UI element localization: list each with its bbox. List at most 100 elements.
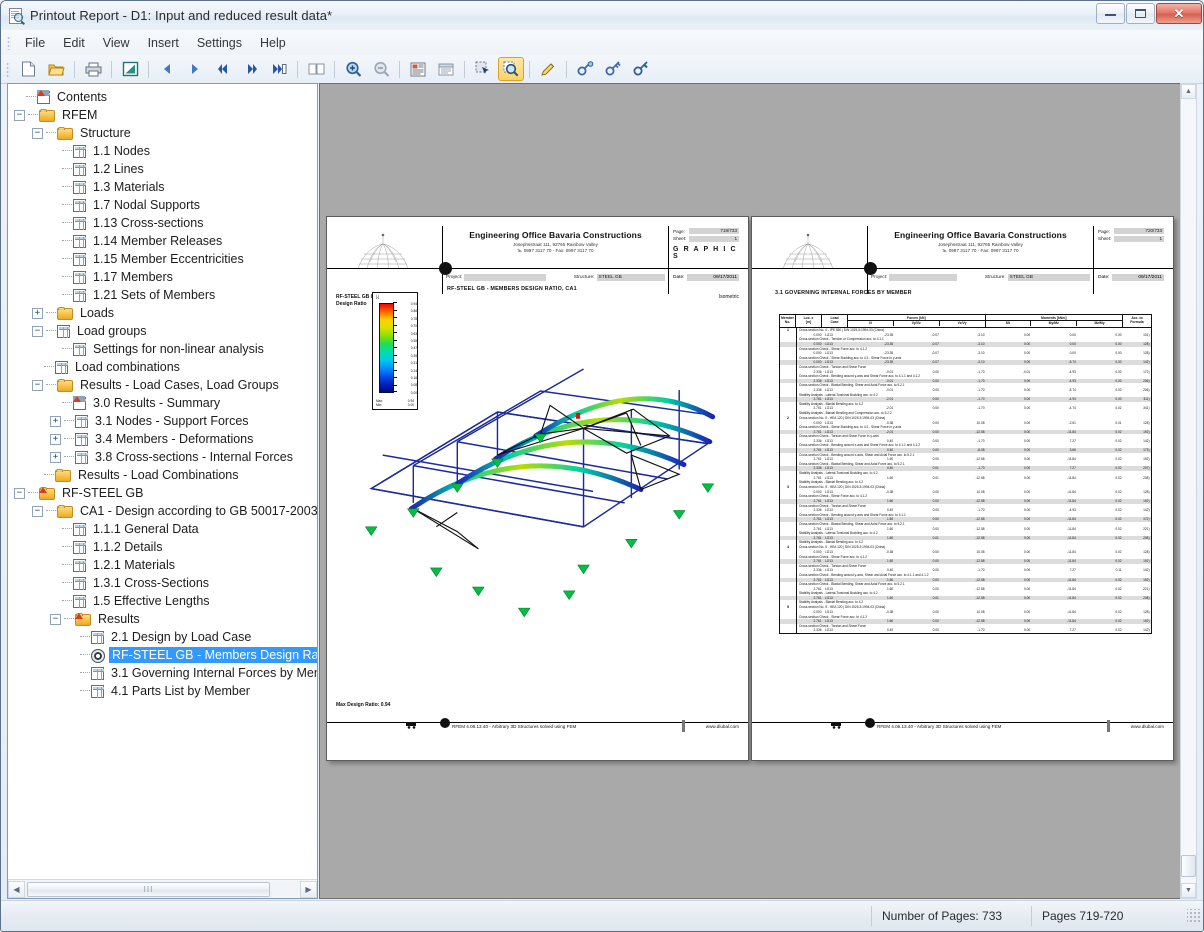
- page-preview-2[interactable]: Engineering Office Bavaria Constructions…: [751, 216, 1174, 761]
- menu-help[interactable]: Help: [251, 33, 295, 53]
- tree-item[interactable]: 1.2 Lines: [8, 160, 317, 178]
- tree-item-label: Results: [95, 611, 143, 627]
- scroll-thumb-horizontal[interactable]: III: [27, 882, 270, 897]
- tree-item[interactable]: 1.21 Sets of Members: [8, 286, 317, 304]
- tree-item[interactable]: −RF-STEEL GB: [8, 484, 317, 502]
- print-icon[interactable]: [80, 57, 106, 81]
- page-setup-icon[interactable]: [117, 57, 143, 81]
- table-header-row: Member No. Loc. x [m] Load Case Forces: [780, 315, 1151, 328]
- collapse-toggle[interactable]: −: [32, 380, 43, 391]
- scroll-track-horizontal[interactable]: [272, 881, 300, 898]
- next-page-icon[interactable]: [182, 57, 208, 81]
- tree-item[interactable]: +3.8 Cross-sections - Internal Forces: [8, 448, 317, 466]
- first-page-icon[interactable]: [210, 57, 236, 81]
- expand-toggle[interactable]: +: [50, 452, 61, 463]
- tree-item[interactable]: +3.4 Members - Deformations: [8, 430, 317, 448]
- collapse-toggle[interactable]: −: [32, 506, 43, 517]
- resize-grip-icon[interactable]: [1187, 909, 1201, 923]
- zoom-out-icon[interactable]: [368, 57, 394, 81]
- tree-item[interactable]: −RFEM: [8, 106, 317, 124]
- tree-item[interactable]: − Results: [8, 610, 317, 628]
- scroll-right-button[interactable]: ▶: [300, 881, 317, 898]
- tree-horizontal-scrollbar[interactable]: ◀ III ▶: [8, 879, 317, 898]
- collapse-toggle[interactable]: −: [50, 614, 61, 625]
- tree-item[interactable]: RF-STEEL GB - Members Design Ratio,: [8, 646, 317, 664]
- tree-item[interactable]: 1.3 Materials: [8, 178, 317, 196]
- lock-icon[interactable]: [628, 57, 654, 81]
- tree-item[interactable]: +3.1 Nodes - Support Forces: [8, 412, 317, 430]
- print-preview-area[interactable]: Engineering Office Bavaria Constructions…: [319, 83, 1185, 899]
- tree-item[interactable]: 1.1.1 General Data: [8, 520, 317, 538]
- tree-item[interactable]: Settings for non-linear analysis: [8, 340, 317, 358]
- go-to-page-icon[interactable]: [266, 57, 292, 81]
- menu-file[interactable]: File: [16, 33, 54, 53]
- tree-item[interactable]: 3.1 Governing Internal Forces by Mem: [8, 664, 317, 682]
- tree-item[interactable]: +Loads: [8, 304, 317, 322]
- zoom-selection-icon[interactable]: [498, 57, 524, 81]
- tree-item[interactable]: 1.3.1 Cross-Sections: [8, 574, 317, 592]
- new-document-icon[interactable]: [15, 57, 41, 81]
- expand-toggle[interactable]: +: [32, 308, 43, 319]
- tree-item[interactable]: 1.13 Cross-sections: [8, 214, 317, 232]
- toolbar-separator: [399, 61, 400, 78]
- tree-item[interactable]: 1.5 Effective Lengths: [8, 592, 317, 610]
- folder-icon: [57, 308, 73, 320]
- link-search-icon[interactable]: [572, 57, 598, 81]
- menu-edit[interactable]: Edit: [54, 33, 94, 53]
- toolbar-grip-icon: [6, 62, 10, 77]
- tree-item[interactable]: 1.7 Nodal Supports: [8, 196, 317, 214]
- tree-item[interactable]: 1.1 Nodes: [8, 142, 317, 160]
- edit-pencil-icon[interactable]: [535, 57, 561, 81]
- menu-insert[interactable]: Insert: [139, 33, 188, 53]
- collapse-toggle[interactable]: −: [32, 128, 43, 139]
- page-preview-1[interactable]: Engineering Office Bavaria Constructions…: [326, 216, 749, 761]
- tree-item[interactable]: 2.1 Design by Load Case: [8, 628, 317, 646]
- tree-item[interactable]: Contents: [8, 88, 317, 106]
- report-tree[interactable]: Contents−RFEM−Structure1.1 Nodes1.2 Line…: [8, 84, 317, 878]
- tree-item[interactable]: −CA1 - Design according to GB 50017-2003: [8, 502, 317, 520]
- tree-item[interactable]: −Results - Load Cases, Load Groups: [8, 376, 317, 394]
- tree-item[interactable]: −Load groups: [8, 322, 317, 340]
- tree-item[interactable]: 1.17 Members: [8, 268, 317, 286]
- date-row-2: Date: 09/17/2011: [1098, 274, 1164, 281]
- tree-item[interactable]: 1.15 Member Eccentricities: [8, 250, 317, 268]
- scroll-down-button[interactable]: ▼: [1181, 883, 1196, 898]
- scroll-track-vertical[interactable]: [1181, 99, 1196, 883]
- menu-settings[interactable]: Settings: [188, 33, 251, 53]
- report-header-1: Engineering Office Bavaria Constructions…: [334, 224, 741, 284]
- collapse-toggle[interactable]: −: [14, 488, 25, 499]
- table-icon: [91, 685, 104, 698]
- last-page-icon[interactable]: [238, 57, 264, 81]
- two-page-view-icon[interactable]: [303, 57, 329, 81]
- close-button[interactable]: ✕: [1156, 3, 1202, 24]
- tree-item[interactable]: Results - Load Combinations: [8, 466, 317, 484]
- restore-button[interactable]: [1126, 3, 1155, 24]
- open-folder-icon[interactable]: [43, 57, 69, 81]
- tree-item[interactable]: −Structure: [8, 124, 317, 142]
- scroll-up-button[interactable]: ▲: [1181, 84, 1196, 99]
- tree-item-label: 1.2.1 Materials: [90, 557, 178, 573]
- application-window: Printout Report - D1: Input and reduced …: [0, 0, 1204, 932]
- collapse-toggle[interactable]: −: [14, 110, 25, 121]
- collapse-toggle[interactable]: −: [32, 326, 43, 337]
- header-footer-icon[interactable]: [405, 57, 431, 81]
- tree-item[interactable]: 4.1 Parts List by Member: [8, 682, 317, 700]
- tree-item[interactable]: 1.2.1 Materials: [8, 556, 317, 574]
- tree-item[interactable]: 1.1.2 Details: [8, 538, 317, 556]
- previous-page-icon[interactable]: [154, 57, 180, 81]
- minimize-button[interactable]: [1096, 3, 1125, 24]
- scroll-left-button[interactable]: ◀: [8, 881, 25, 898]
- unlock-icon[interactable]: [600, 57, 626, 81]
- select-pointer-icon[interactable]: [470, 57, 496, 81]
- zoom-in-icon[interactable]: [340, 57, 366, 81]
- expand-toggle[interactable]: +: [50, 434, 61, 445]
- menu-view[interactable]: View: [94, 33, 139, 53]
- page-layout-icon[interactable]: [433, 57, 459, 81]
- preview-vertical-scrollbar[interactable]: ▲ ▼: [1180, 83, 1197, 899]
- tree-item[interactable]: Load combinations: [8, 358, 317, 376]
- expand-toggle[interactable]: +: [50, 416, 61, 427]
- cell-formula: 142): [1123, 628, 1151, 633]
- tree-item[interactable]: 3.0 Results - Summary: [8, 394, 317, 412]
- tree-item[interactable]: 1.14 Member Releases: [8, 232, 317, 250]
- scroll-thumb-vertical[interactable]: [1181, 855, 1196, 877]
